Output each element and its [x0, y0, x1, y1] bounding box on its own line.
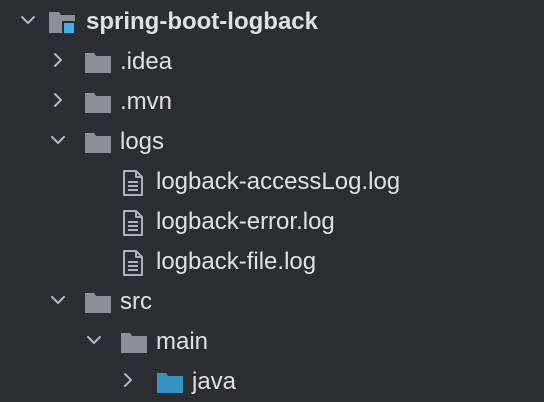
- tree-row-mvn[interactable]: .mvn: [0, 82, 544, 122]
- tree-row-logback-error[interactable]: logback-error.log: [0, 202, 544, 242]
- chevron-right-icon[interactable]: [48, 90, 68, 110]
- tree-row-logs[interactable]: logs: [0, 122, 544, 162]
- chevron-down-icon[interactable]: [48, 290, 68, 310]
- folder-icon: [85, 93, 111, 113]
- source-folder-icon: [157, 373, 183, 393]
- tree-label: java: [192, 368, 237, 395]
- tree-label: .mvn: [120, 88, 173, 115]
- tree-label: src: [120, 288, 152, 315]
- folder-icon: [85, 133, 111, 153]
- tree-label: .idea: [120, 48, 173, 75]
- chevron-down-icon[interactable]: [18, 10, 38, 30]
- tree-row-java[interactable]: java: [0, 362, 544, 402]
- tree-row-src[interactable]: src: [0, 282, 544, 322]
- folder-icon: [121, 333, 147, 353]
- project-tree: spring-boot-logback .idea .mvn logs logb…: [0, 0, 544, 402]
- chevron-right-icon[interactable]: [48, 50, 68, 70]
- tree-row-logback-accesslog[interactable]: logback-accessLog.log: [0, 162, 544, 202]
- log-file-icon: [123, 170, 143, 196]
- tree-label: logback-accessLog.log: [156, 168, 401, 195]
- log-file-icon: [123, 210, 143, 236]
- tree-row-main[interactable]: main: [0, 322, 544, 362]
- chevron-down-icon[interactable]: [84, 330, 104, 350]
- module-folder-icon: [49, 12, 76, 35]
- tree-row-logback-file[interactable]: logback-file.log: [0, 242, 544, 282]
- tree-label: logback-error.log: [156, 208, 335, 235]
- tree-label: logs: [120, 128, 165, 155]
- folder-icon: [85, 293, 111, 313]
- tree-label: main: [156, 328, 209, 355]
- tree-label: logback-file.log: [156, 248, 317, 275]
- chevron-right-icon[interactable]: [118, 370, 138, 390]
- tree-row-idea[interactable]: .idea: [0, 42, 544, 82]
- tree-label: spring-boot-logback: [86, 8, 318, 35]
- log-file-icon: [123, 250, 143, 276]
- tree-row-spring-boot-logback[interactable]: spring-boot-logback: [0, 2, 544, 42]
- chevron-down-icon[interactable]: [48, 130, 68, 150]
- folder-icon: [85, 53, 111, 73]
